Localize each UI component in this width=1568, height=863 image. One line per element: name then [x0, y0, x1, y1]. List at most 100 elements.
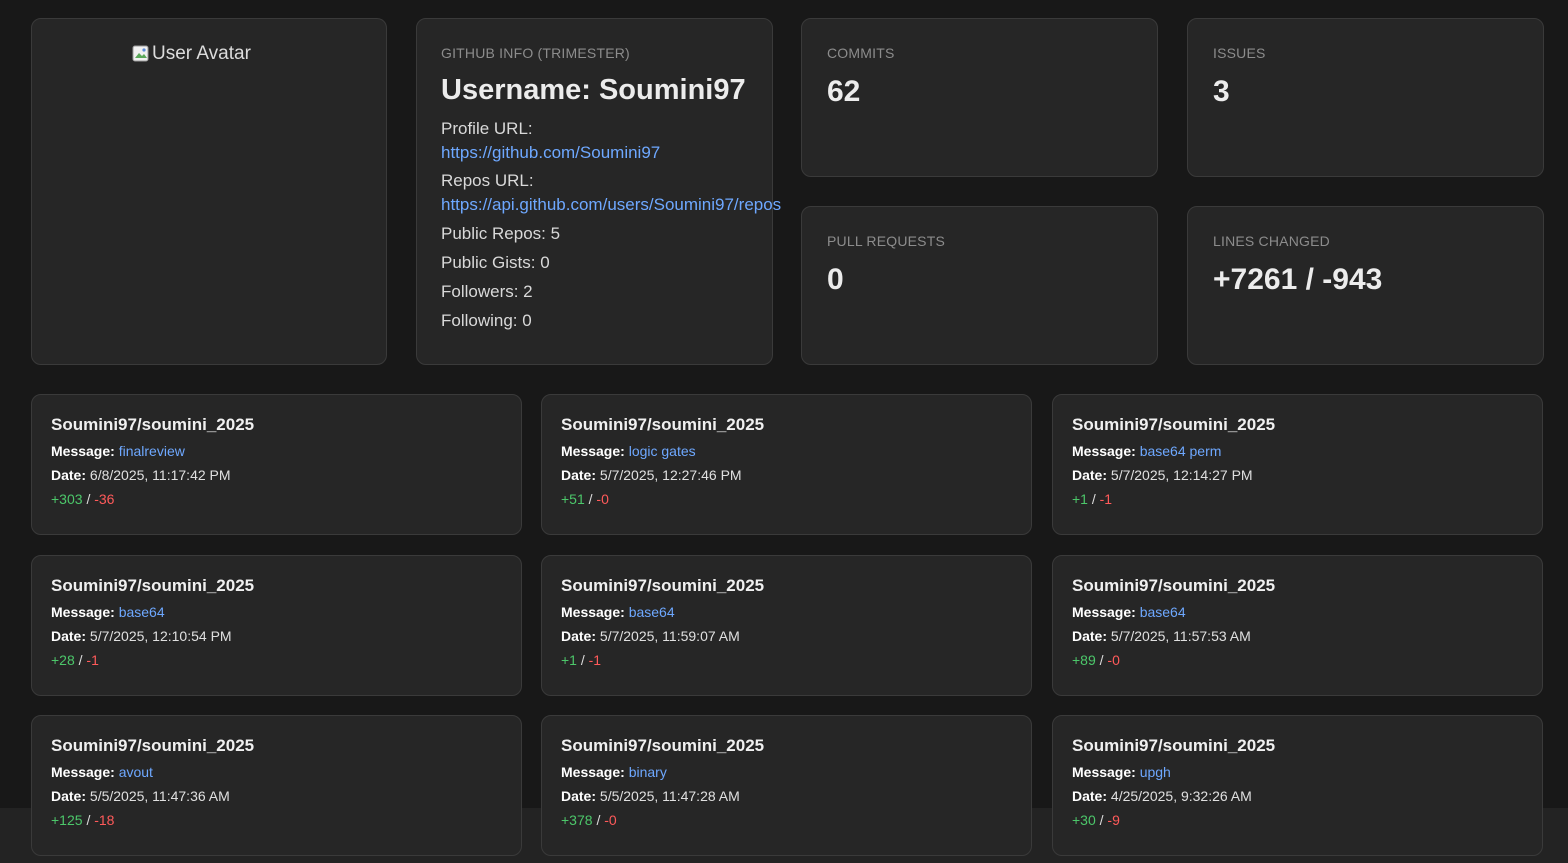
- broken-image-icon: [132, 45, 150, 63]
- message-label: Message:: [1072, 443, 1136, 459]
- commit-repo: Soumini97/soumini_2025: [561, 736, 765, 755]
- commit-additions: +303: [51, 491, 83, 507]
- issues-stat-card: ISSUES 3: [1187, 18, 1544, 177]
- commit-date-row: Date: 5/7/2025, 12:27:46 PM: [561, 466, 1012, 484]
- commit-repo: Soumini97/soumini_2025: [51, 576, 255, 595]
- date-label: Date:: [561, 788, 597, 804]
- commit-message-row: Message: logic gates: [561, 442, 1012, 460]
- commit-card: Soumini97/soumini_2025 Message: logic ga…: [541, 394, 1032, 535]
- commit-additions: +125: [51, 812, 83, 828]
- commit-card: Soumini97/soumini_2025 Message: base64 D…: [1052, 555, 1543, 696]
- following: Following: 0: [441, 311, 532, 330]
- commit-date-row: Date: 5/7/2025, 11:59:07 AM: [561, 627, 1012, 645]
- commit-diff-row: +125 / -18: [51, 811, 502, 829]
- pull-requests-value: 0: [827, 263, 844, 296]
- commit-deletions: -18: [94, 812, 115, 828]
- diff-separator: /: [1091, 491, 1096, 507]
- repos-url-link[interactable]: https://api.github.com/users/Soumini97/r…: [441, 193, 781, 217]
- message-label: Message:: [51, 604, 115, 620]
- avatar-alt-text: User Avatar: [152, 43, 251, 64]
- date-label: Date:: [1072, 628, 1108, 644]
- message-label: Message:: [51, 764, 115, 780]
- commit-date: 6/8/2025, 11:17:42 PM: [89, 467, 231, 483]
- profile-url-label: Profile URL:: [441, 119, 533, 138]
- commit-diff-row: +378 / -0: [561, 811, 1012, 829]
- commit-message-row: Message: base64: [1072, 603, 1523, 621]
- commit-additions: +1: [1072, 491, 1088, 507]
- commit-deletions: -36: [94, 491, 115, 507]
- commit-message-row: Message: finalreview: [51, 442, 502, 460]
- commit-additions: +378: [561, 812, 593, 828]
- commit-message: base64: [628, 604, 675, 620]
- commit-message-row: Message: base64: [51, 603, 502, 621]
- commit-repo: Soumini97/soumini_2025: [561, 415, 765, 434]
- commit-deletions: -0: [596, 491, 609, 507]
- commits-label: COMMITS: [827, 45, 895, 61]
- commit-diff-row: +1 / -1: [1072, 490, 1523, 508]
- commit-message-row: Message: base64: [561, 603, 1012, 621]
- commit-deletions: -9: [1107, 812, 1120, 828]
- profile-url-link[interactable]: https://github.com/Soumini97: [441, 141, 748, 165]
- commit-date-row: Date: 4/25/2025, 9:32:26 AM: [1072, 787, 1523, 805]
- commit-date: 5/5/2025, 11:47:28 AM: [599, 788, 740, 804]
- lines-changed-stat-card: LINES CHANGED +7261 / -943: [1187, 206, 1544, 365]
- avatar: User Avatar: [132, 43, 251, 65]
- github-info-label: GITHUB INFO (TRIMESTER): [441, 45, 630, 61]
- date-label: Date:: [561, 467, 597, 483]
- diff-separator: /: [78, 652, 83, 668]
- diff-separator: /: [1099, 812, 1104, 828]
- commit-deletions: -1: [86, 652, 99, 668]
- commit-date-row: Date: 5/5/2025, 11:47:28 AM: [561, 787, 1012, 805]
- commit-date: 5/7/2025, 11:57:53 AM: [1110, 628, 1251, 644]
- commit-date: 5/7/2025, 11:59:07 AM: [599, 628, 740, 644]
- username: Username: Soumini97: [441, 74, 746, 106]
- pull-requests-label: PULL REQUESTS: [827, 233, 946, 249]
- avatar-card: User Avatar: [31, 18, 387, 365]
- diff-separator: /: [1099, 652, 1104, 668]
- message-label: Message:: [1072, 604, 1136, 620]
- commit-message: base64: [118, 604, 165, 620]
- diff-separator: /: [86, 491, 91, 507]
- commit-card: Soumini97/soumini_2025 Message: upgh Dat…: [1052, 715, 1543, 856]
- commit-diff-row: +89 / -0: [1072, 651, 1523, 669]
- commit-diff-row: +1 / -1: [561, 651, 1012, 669]
- commits-stat-card: COMMITS 62: [801, 18, 1158, 177]
- followers: Followers: 2: [441, 282, 533, 301]
- commit-card: Soumini97/soumini_2025 Message: base64 D…: [31, 555, 522, 696]
- issues-value: 3: [1213, 75, 1230, 108]
- diff-separator: /: [86, 812, 91, 828]
- date-label: Date:: [1072, 467, 1108, 483]
- message-label: Message:: [561, 764, 625, 780]
- commit-card: Soumini97/soumini_2025 Message: binary D…: [541, 715, 1032, 856]
- commit-date: 4/25/2025, 9:32:26 AM: [1110, 788, 1252, 804]
- commit-additions: +30: [1072, 812, 1096, 828]
- commit-repo: Soumini97/soumini_2025: [51, 736, 255, 755]
- commit-date: 5/7/2025, 12:14:27 PM: [1110, 467, 1253, 483]
- commit-diff-row: +30 / -9: [1072, 811, 1523, 829]
- commit-deletions: -1: [1099, 491, 1113, 507]
- commit-repo: Soumini97/soumini_2025: [1072, 415, 1276, 434]
- commit-card: Soumini97/soumini_2025 Message: base64 D…: [541, 555, 1032, 696]
- commit-message: logic gates: [628, 443, 696, 459]
- commit-repo: Soumini97/soumini_2025: [51, 415, 255, 434]
- commit-card: Soumini97/soumini_2025 Message: avout Da…: [31, 715, 522, 856]
- commit-diff-row: +303 / -36: [51, 490, 502, 508]
- diff-separator: /: [588, 491, 593, 507]
- commit-date: 5/7/2025, 12:27:46 PM: [599, 467, 742, 483]
- commit-additions: +1: [561, 652, 577, 668]
- commit-repo: Soumini97/soumini_2025: [1072, 576, 1276, 595]
- commit-date-row: Date: 5/7/2025, 11:57:53 AM: [1072, 627, 1523, 645]
- date-label: Date:: [51, 788, 87, 804]
- date-label: Date:: [561, 628, 597, 644]
- date-label: Date:: [1072, 788, 1108, 804]
- message-label: Message:: [51, 443, 115, 459]
- date-label: Date:: [51, 628, 87, 644]
- commit-message: upgh: [1139, 764, 1171, 780]
- commit-date: 5/5/2025, 11:47:36 AM: [89, 788, 230, 804]
- commit-repo: Soumini97/soumini_2025: [561, 576, 765, 595]
- issues-label: ISSUES: [1213, 45, 1266, 61]
- commit-date-row: Date: 5/7/2025, 12:10:54 PM: [51, 627, 502, 645]
- github-info-card: GITHUB INFO (TRIMESTER) Username: Soumin…: [416, 18, 781, 365]
- commit-message: binary: [628, 764, 667, 780]
- commit-date: 5/7/2025, 12:10:54 PM: [89, 628, 232, 644]
